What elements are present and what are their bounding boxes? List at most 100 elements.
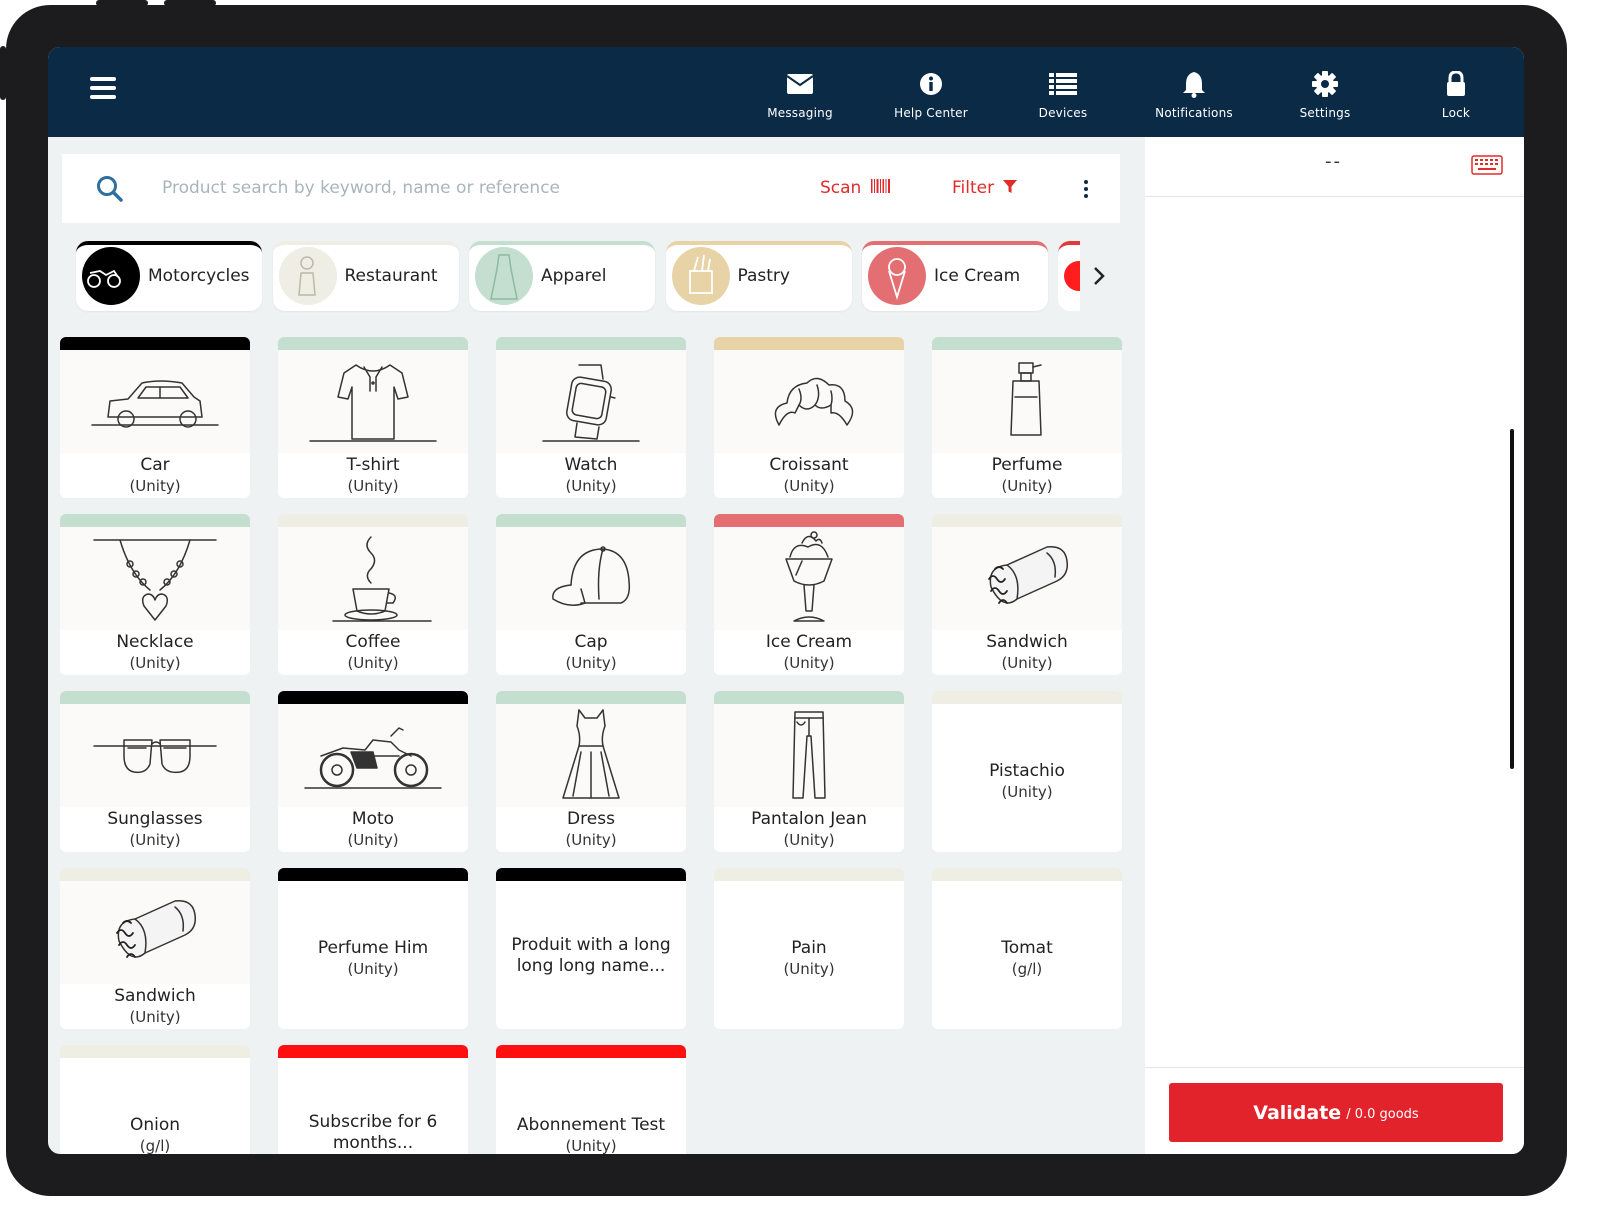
product-category-color-bar [278,691,468,704]
product-category-color-bar [932,514,1122,527]
search-input[interactable]: Product search by keyword, name or refer… [162,178,560,198]
cap-icon [496,527,686,630]
product-card[interactable]: Necklace (Unity) [60,514,250,675]
category-apparel[interactable]: Apparel [469,241,655,311]
sandwich-icon [932,527,1122,630]
dress-icon [496,704,686,807]
device-power-button [0,46,6,100]
product-card[interactable]: Tomat (g/l) [932,868,1122,1029]
filter-button[interactable]: Filter [952,178,1017,198]
product-unit: (Unity) [565,1137,617,1154]
category-restaurant[interactable]: Restaurant [272,241,459,311]
product-card[interactable]: Sandwich (Unity) [932,514,1122,675]
category-motorcycles[interactable]: Motorcycles [76,241,262,311]
product-card[interactable]: Subscribe for 6 months... [278,1045,468,1154]
product-card[interactable]: Sandwich (Unity) [60,868,250,1029]
product-card[interactable]: T-shirt (Unity) [278,337,468,498]
product-name: Sandwich [986,632,1068,652]
funnel-icon [1002,180,1017,193]
product-card[interactable]: Ice Cream (Unity) [714,514,904,675]
product-name: Pain [791,938,827,958]
sandwich-icon [60,881,250,984]
jeans-icon [714,704,904,807]
chevron-right-icon[interactable] [1092,265,1106,291]
bell-icon [1134,69,1254,99]
product-card[interactable]: Croissant (Unity) [714,337,904,498]
product-name: Abonnement Test [516,1115,666,1135]
product-name: Pistachio [989,761,1065,781]
product-name: Watch [564,455,618,475]
product-unit: (Unity) [347,654,399,672]
product-name: Dress [567,809,615,829]
product-card[interactable]: Cap (Unity) [496,514,686,675]
necklace-icon [60,527,250,630]
product-card[interactable]: Onion (g/l) [60,1045,250,1154]
validate-label: Validate [1253,1101,1342,1124]
nav-lock[interactable]: Lock [1396,69,1516,120]
more-options-icon[interactable] [1082,180,1090,201]
nav-notifications[interactable]: Notifications [1134,69,1254,120]
product-card[interactable]: Watch (Unity) [496,337,686,498]
product-card[interactable]: Moto (Unity) [278,691,468,852]
product-category-color-bar [714,514,904,527]
category-label: Restaurant [344,266,438,286]
hamburger-menu-icon[interactable] [90,77,116,99]
product-card[interactable]: Dress (Unity) [496,691,686,852]
top-navigation-bar: Messaging Help Center Devices Notificati… [48,47,1524,137]
product-name: Onion [129,1115,181,1135]
device-volume-button [96,0,148,6]
validate-button[interactable]: Validate / 0.0 goods [1169,1083,1503,1142]
product-name: Tomat [1001,938,1053,958]
cart-display: -- [1325,151,1342,172]
product-card[interactable]: Pantalon Jean (Unity) [714,691,904,852]
product-name: Pantalon Jean [751,809,867,829]
device-volume-button [164,0,216,6]
icecream-icon [714,527,904,630]
filter-label: Filter [952,178,995,198]
nav-messaging[interactable]: Messaging [740,69,860,120]
product-name: Sunglasses [107,809,203,829]
envelope-icon [740,69,860,99]
product-unit: (Unity) [129,1008,181,1026]
product-card[interactable]: Car (Unity) [60,337,250,498]
nav-label: Messaging [767,106,833,120]
product-unit: (Unity) [783,477,835,495]
nav-help-center[interactable]: Help Center [871,69,991,120]
product-card[interactable]: Pain (Unity) [714,868,904,1029]
nav-label: Devices [1038,106,1088,120]
product-name: T-shirt [346,455,400,475]
product-card[interactable]: Produit with a long long long name... [496,868,686,1029]
product-category-color-bar [60,514,250,527]
nav-label: Notifications [1155,106,1233,120]
nav-devices[interactable]: Devices [1003,69,1123,120]
product-category-color-bar [60,691,250,704]
category-ice-cream[interactable]: Ice Cream [862,241,1048,311]
product-card[interactable]: Perfume Him (Unity) [278,868,468,1029]
product-unit: (Unity) [347,831,399,849]
product-category-color-bar [278,514,468,527]
product-card[interactable]: Sunglasses (Unity) [60,691,250,852]
nav-settings[interactable]: Settings [1265,69,1385,120]
product-unit: (Unity) [129,477,181,495]
divider [1145,196,1524,197]
nav-label: Help Center [894,106,968,120]
scrollbar[interactable] [1510,429,1514,769]
category-tile-partial[interactable] [1058,241,1080,311]
product-category-color-bar [60,868,250,881]
croissant-icon [714,350,904,453]
search-icon[interactable] [96,175,124,207]
car-icon [60,350,250,453]
keyboard-icon[interactable] [1471,155,1503,179]
product-card[interactable]: Pistachio (Unity) [932,691,1122,852]
product-name: Moto [351,809,395,829]
product-name: Coffee [345,632,401,652]
product-name: Produit with a long long long name... [511,935,671,976]
product-unit: (Unity) [347,477,399,495]
watch-icon [496,350,686,453]
lock-icon [1396,69,1516,99]
category-pastry[interactable]: Pastry [665,241,852,311]
scan-button[interactable]: Scan [820,178,891,198]
product-card[interactable]: Abonnement Test (Unity) [496,1045,686,1154]
product-card[interactable]: Perfume (Unity) [932,337,1122,498]
product-card[interactable]: Coffee (Unity) [278,514,468,675]
